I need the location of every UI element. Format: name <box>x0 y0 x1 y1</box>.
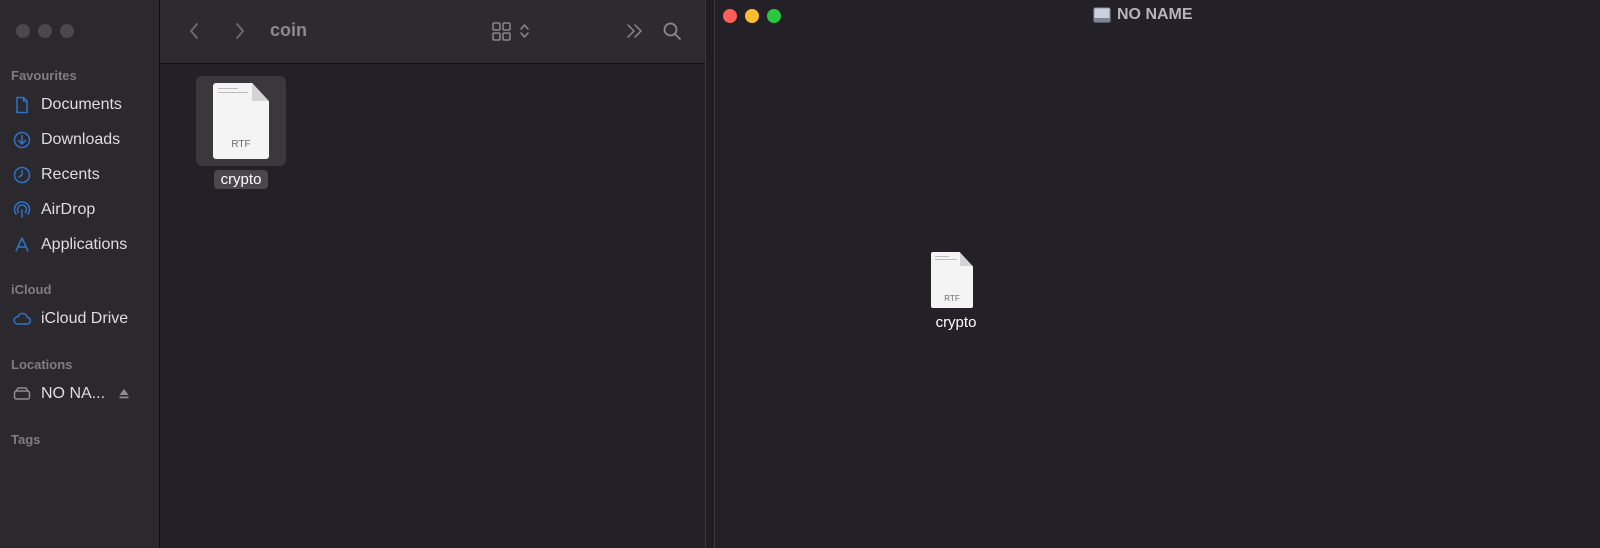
airdrop-icon <box>11 199 33 221</box>
close-button[interactable] <box>16 24 30 38</box>
minimize-button[interactable] <box>745 9 759 23</box>
sidebar-item-icloud-drive[interactable]: iCloud Drive <box>11 306 151 332</box>
icloud-heading: iCloud <box>11 282 52 297</box>
zoom-button[interactable] <box>767 9 781 23</box>
view-options-button[interactable] <box>490 18 534 44</box>
disk-icon <box>1093 7 1111 23</box>
rtf-file-icon: RTF <box>931 252 973 308</box>
chevron-right-icon <box>236 23 244 39</box>
eject-icon[interactable] <box>117 387 131 401</box>
window-title-bar: NO NAME <box>1093 6 1193 24</box>
sidebar-item-label: iCloud Drive <box>41 310 129 327</box>
rtf-file-icon: RTF <box>213 83 269 159</box>
sidebar: Favourites Documents Downloads Recents A… <box>0 0 160 548</box>
download-icon <box>11 129 33 151</box>
more-toolbar-button[interactable] <box>622 18 648 44</box>
drive-icon <box>11 383 33 405</box>
document-icon <box>11 94 33 116</box>
file-name-label: crypto <box>214 170 268 189</box>
minimize-button[interactable] <box>38 24 52 38</box>
sidebar-item-no-name-volume[interactable]: NO NA... <box>11 381 151 407</box>
applications-icon <box>11 234 33 256</box>
sidebar-item-documents[interactable]: Documents <box>11 92 151 118</box>
cloud-icon <box>11 308 33 330</box>
file-item-crypto[interactable]: RTF crypto <box>196 76 286 189</box>
chevron-left-icon <box>190 23 198 39</box>
tags-heading: Tags <box>11 432 41 447</box>
sidebar-item-label: Documents <box>41 96 122 113</box>
clock-icon <box>11 164 33 186</box>
back-button[interactable] <box>182 18 208 44</box>
file-selection-tile: RTF <box>196 76 286 166</box>
zoom-button[interactable] <box>60 24 74 38</box>
close-button[interactable] <box>723 9 737 23</box>
sidebar-item-label: Downloads <box>41 131 121 148</box>
locations-heading: Locations <box>11 357 73 372</box>
file-item-crypto[interactable]: RTF crypto <box>931 252 981 331</box>
search-icon <box>663 22 681 40</box>
window-controls <box>16 24 74 38</box>
window-title: coin <box>270 20 308 40</box>
file-name-label: crypto <box>935 314 977 331</box>
window-title: NO NAME <box>1117 6 1193 23</box>
sidebar-item-airdrop[interactable]: AirDrop <box>11 197 151 223</box>
sidebar-item-label: AirDrop <box>41 201 96 218</box>
grid-view-icon <box>492 22 529 41</box>
favourites-heading: Favourites <box>11 68 77 83</box>
window-gap <box>706 0 714 548</box>
window-controls <box>723 9 781 23</box>
sidebar-item-applications[interactable]: Applications <box>11 232 151 258</box>
finder-window-no-name: NO NAME RTF crypto <box>714 0 1600 548</box>
forward-button[interactable] <box>226 18 252 44</box>
search-button[interactable] <box>659 18 685 44</box>
sidebar-item-recents[interactable]: Recents <box>11 162 151 188</box>
finder-window-coin: Favourites Documents Downloads Recents A… <box>0 0 706 548</box>
double-chevron-right-icon <box>627 24 642 38</box>
sidebar-item-label: Recents <box>41 166 100 183</box>
file-type-label: RTF <box>944 294 960 303</box>
file-type-label: RTF <box>231 139 251 150</box>
sidebar-item-label: Applications <box>41 236 128 253</box>
toolbar: coin <box>160 0 705 64</box>
sidebar-item-label: NO NA... <box>41 385 106 402</box>
sidebar-item-downloads[interactable]: Downloads <box>11 127 151 153</box>
